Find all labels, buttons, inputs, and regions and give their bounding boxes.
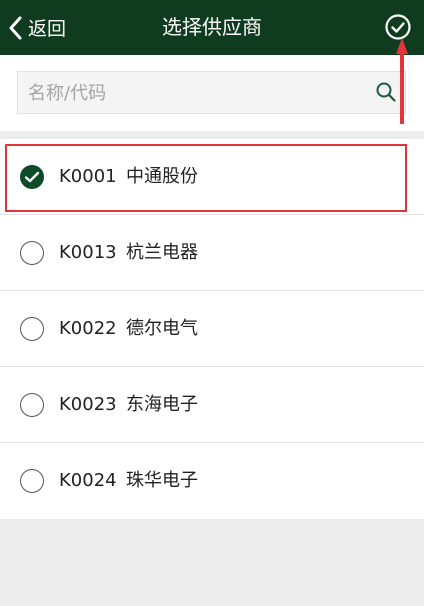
supplier-code: K0001: [59, 166, 117, 187]
check-icon: [24, 171, 40, 183]
search-input[interactable]: [18, 72, 370, 115]
radio-unchecked[interactable]: [20, 317, 44, 341]
search-area: [0, 55, 424, 131]
supplier-list: K0001 中通股份 K0013 杭兰电器 K0022 德尔电气 K0023 东…: [0, 139, 424, 519]
back-button[interactable]: 返回: [8, 0, 66, 55]
supplier-code: K0024: [59, 470, 117, 491]
supplier-name: 中通股份: [126, 166, 198, 187]
radio-unchecked[interactable]: [20, 469, 44, 493]
check-circle-icon: [385, 14, 411, 40]
search-box: [17, 71, 406, 115]
list-item[interactable]: K0001 中通股份: [0, 139, 424, 215]
top-bar: 返回 选择供应商: [0, 0, 424, 55]
radio-unchecked[interactable]: [20, 241, 44, 265]
supplier-code: K0023: [59, 394, 117, 415]
supplier-name: 东海电子: [126, 394, 198, 415]
supplier-code: K0013: [59, 242, 117, 263]
list-item[interactable]: K0023 东海电子: [0, 367, 424, 443]
supplier-name: 德尔电气: [126, 318, 198, 339]
radio-checked[interactable]: [20, 165, 44, 189]
supplier-name: 杭兰电器: [126, 242, 198, 263]
supplier-name: 珠华电子: [126, 470, 198, 491]
list-item[interactable]: K0024 珠华电子: [0, 443, 424, 519]
back-label: 返回: [28, 18, 67, 40]
supplier-code: K0022: [59, 318, 117, 339]
confirm-button[interactable]: [384, 13, 412, 41]
radio-unchecked[interactable]: [20, 393, 44, 417]
annotation-arrow-icon: [396, 38, 408, 124]
chevron-left-icon: [9, 16, 22, 39]
list-item[interactable]: K0022 德尔电气: [0, 291, 424, 367]
list-item[interactable]: K0013 杭兰电器: [0, 215, 424, 291]
